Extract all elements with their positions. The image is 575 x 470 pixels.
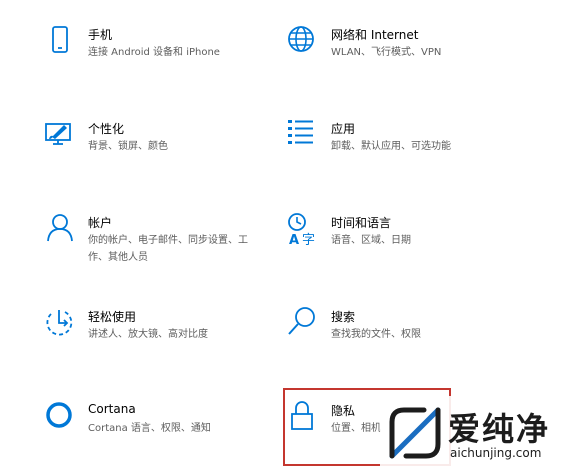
tile-description: 查找我的文件、权限 (331, 329, 421, 340)
personalization-icon (44, 118, 78, 152)
tile-title: 时间和语言 (331, 216, 392, 230)
tile-title: 个性化 (88, 122, 125, 136)
tile-description: 背景、锁屏、颜色 (88, 141, 168, 152)
svg-text:字: 字 (302, 233, 315, 246)
tile-description: Cortana 语言、权限、通知 (88, 423, 211, 434)
phone-icon (44, 24, 78, 58)
settings-tile-personalization[interactable]: 个性化 背景、锁屏、颜色 (44, 118, 294, 188)
tile-description: 语音、区域、日期 (331, 235, 411, 246)
tile-description: 连接 Android 设备和 iPhone (88, 47, 220, 58)
tile-title: 搜索 (331, 310, 356, 324)
tile-description: 讲述人、放大镜、高对比度 (88, 329, 208, 340)
settings-tile-search[interactable]: 搜索 查找我的文件、权限 (287, 306, 537, 376)
settings-tile-time-language[interactable]: A字 时间和语言 语音、区域、日期 (287, 212, 537, 282)
settings-tile-cortana[interactable]: Cortana Cortana 语言、权限、通知 (44, 400, 294, 470)
watermark-logo-icon (386, 404, 444, 462)
person-icon (44, 212, 78, 246)
settings-tile-ease-of-access[interactable]: 轻松使用 讲述人、放大镜、高对比度 (44, 306, 294, 376)
apps-list-icon (287, 118, 321, 152)
tile-description: WLAN、飞行模式、VPN (331, 47, 442, 58)
watermark-url: aichunjing.com (450, 446, 542, 460)
settings-tile-accounts[interactable]: 帐户 你的帐户、电子邮件、同步设置、工作、其他人员 (44, 212, 294, 282)
tile-title: Cortana (88, 402, 136, 416)
cortana-icon (44, 400, 78, 434)
watermark-title: 爱纯净 (448, 410, 551, 448)
time-language-icon: A字 (287, 212, 321, 246)
settings-tile-network[interactable]: 网络和 Internet WLAN、飞行模式、VPN (287, 24, 537, 94)
tile-description: 卸载、默认应用、可选功能 (331, 141, 451, 152)
ease-of-access-icon (44, 306, 78, 340)
settings-tile-phone[interactable]: 手机 连接 Android 设备和 iPhone (44, 24, 294, 94)
tile-title: 手机 (88, 28, 113, 42)
search-icon (287, 306, 321, 340)
tile-description: 你的帐户、电子邮件、同步设置、工作、其他人员 (88, 235, 248, 263)
tile-title: 网络和 Internet (331, 28, 419, 42)
tile-title: 轻松使用 (88, 310, 137, 324)
settings-tile-apps[interactable]: 应用 卸载、默认应用、可选功能 (287, 118, 537, 188)
globe-icon (287, 24, 321, 58)
svg-text:A: A (289, 233, 299, 246)
watermark: 爱纯净 aichunjing.com (380, 396, 575, 468)
tile-title: 帐户 (88, 216, 113, 230)
tile-title: 应用 (331, 122, 356, 136)
